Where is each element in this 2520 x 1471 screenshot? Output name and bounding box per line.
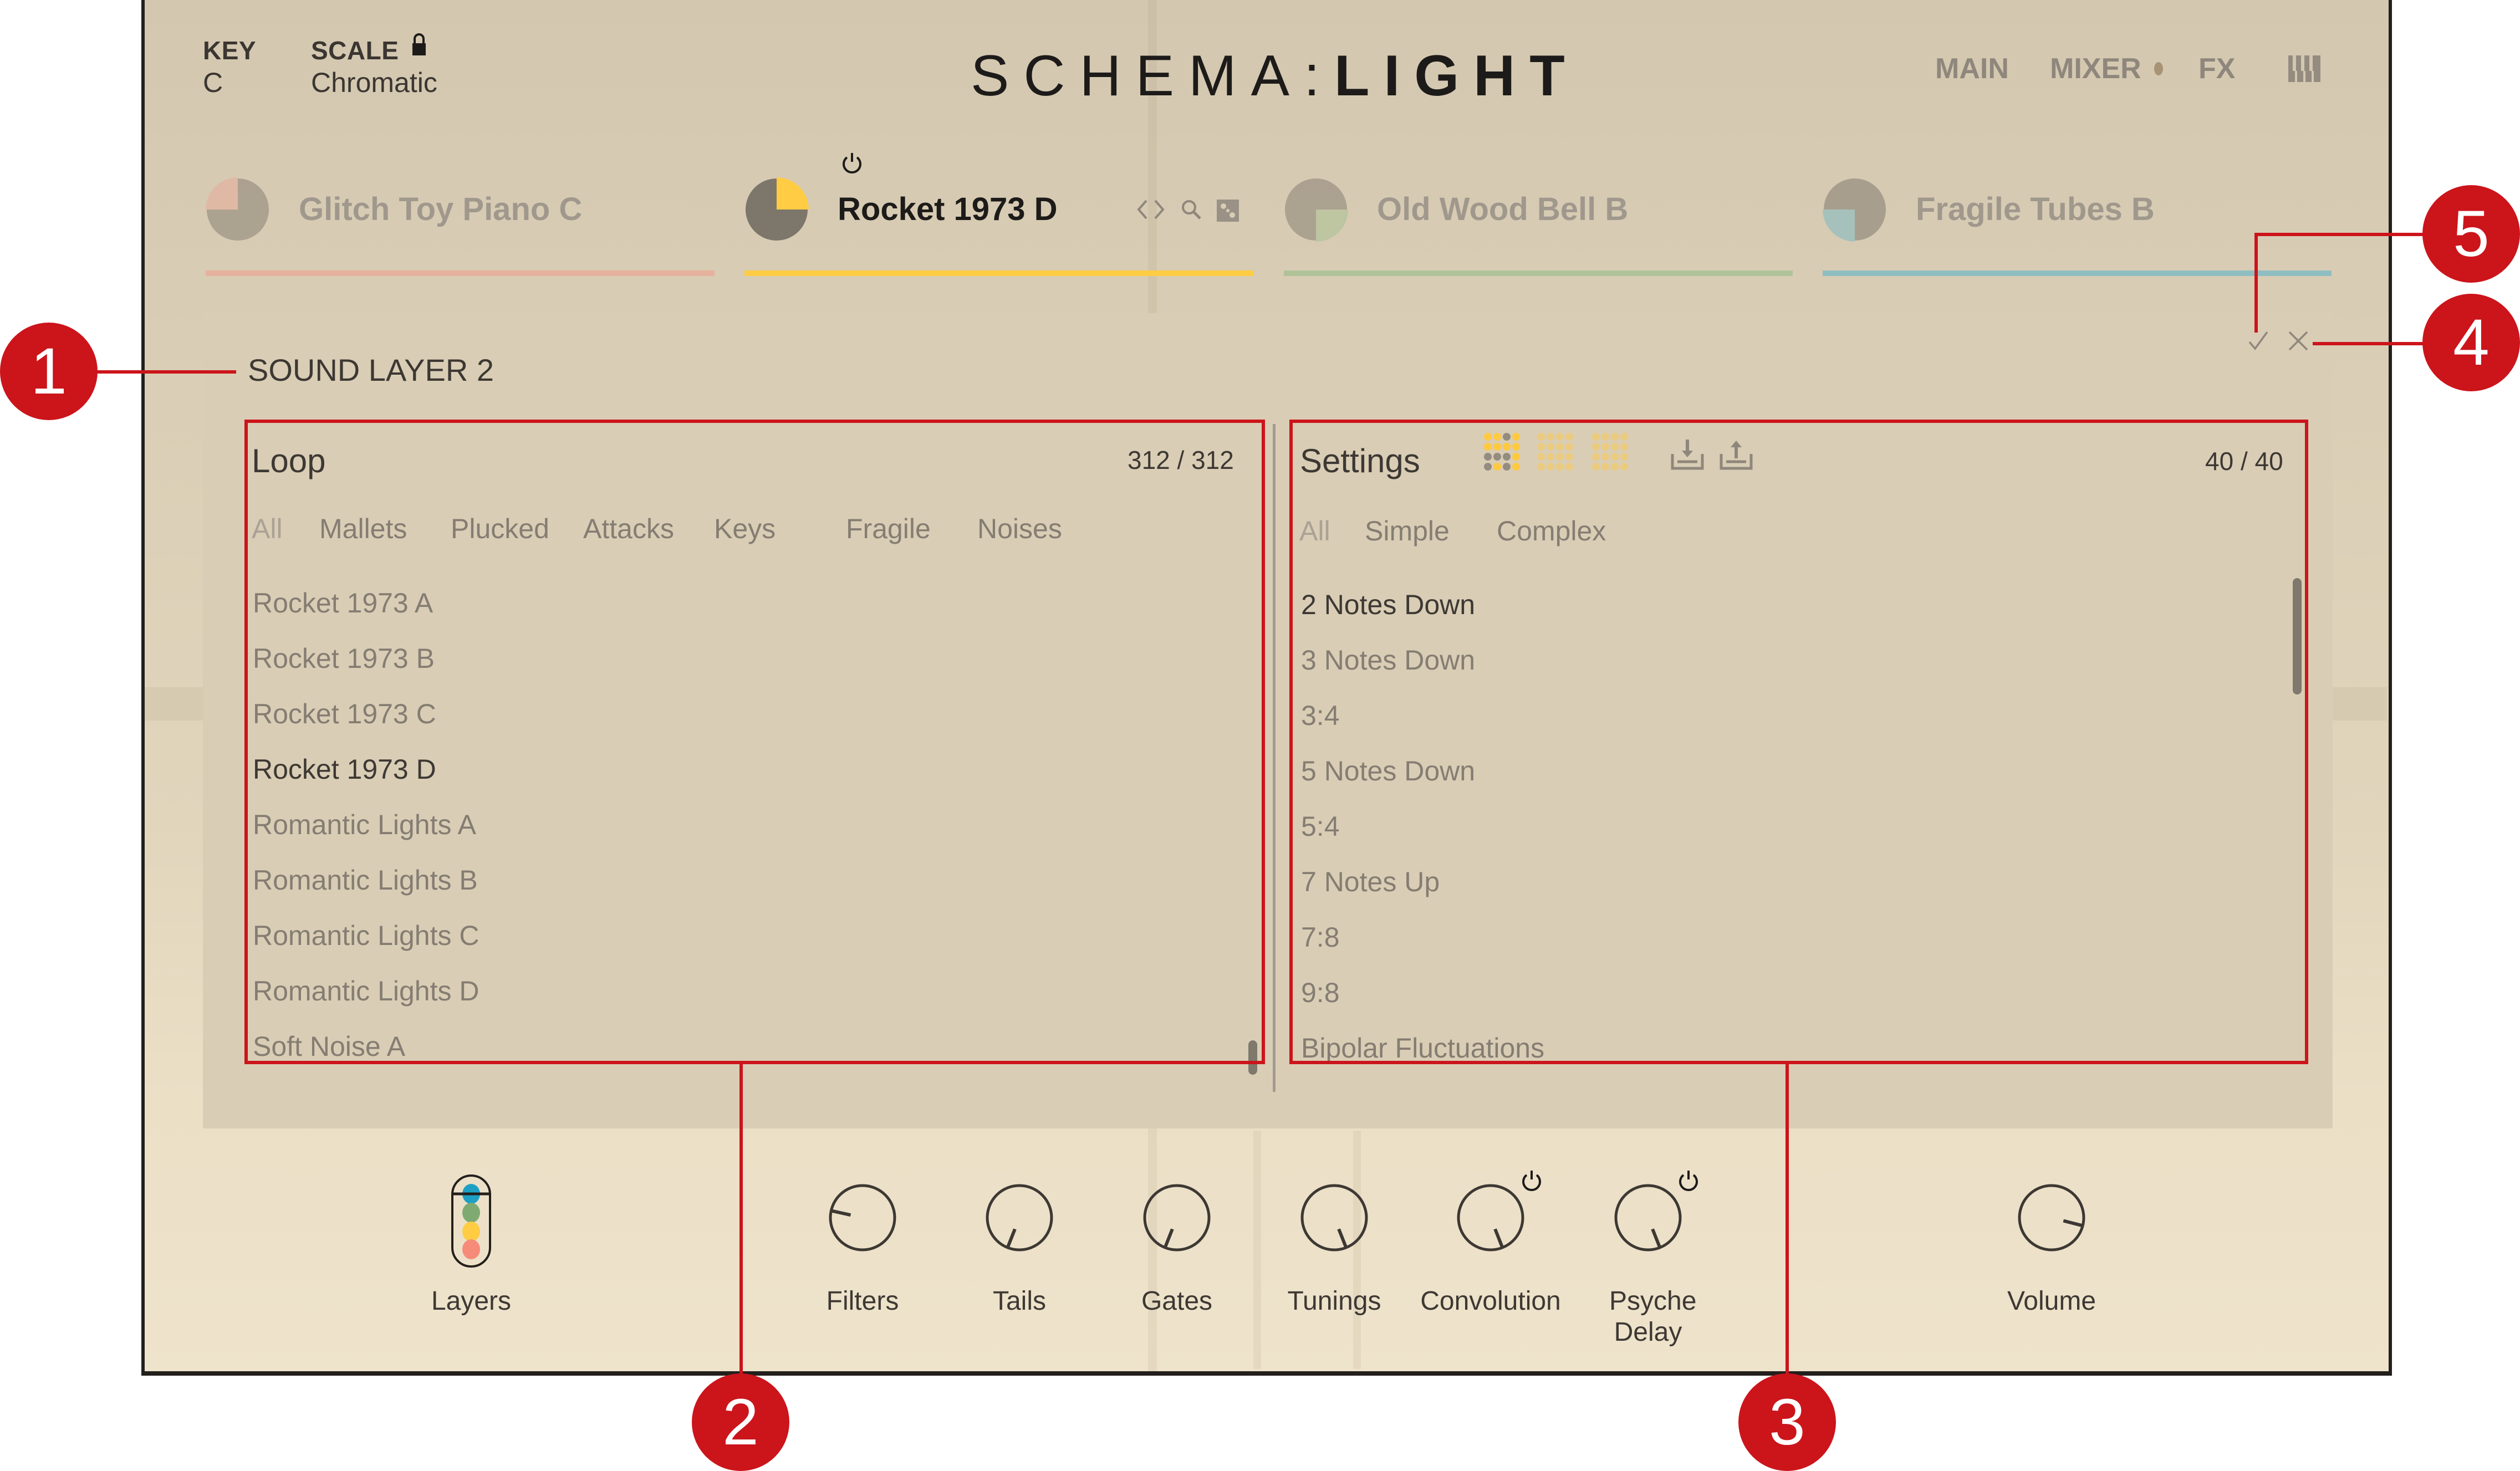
layers-icon[interactable] bbox=[451, 1174, 492, 1268]
tails-knob[interactable] bbox=[985, 1183, 1054, 1252]
knob-pointer bbox=[1006, 1228, 1017, 1248]
volume-label: Volume bbox=[2007, 1286, 2096, 1316]
psyche-delay-label: Psyche Delay bbox=[1609, 1286, 1697, 1347]
gates-knob[interactable] bbox=[1142, 1183, 1211, 1252]
convolution-knob[interactable] bbox=[1456, 1183, 1525, 1252]
callout-line-4 bbox=[2313, 342, 2424, 345]
gates-label: Gates bbox=[1141, 1286, 1213, 1316]
callout-badge-4: 4 bbox=[2422, 294, 2520, 391]
logo-light: LIGHT bbox=[1334, 44, 1579, 108]
layer-name: Fragile Tubes B bbox=[1916, 191, 2155, 227]
filters-label: Filters bbox=[826, 1286, 899, 1316]
layer-pie-icon bbox=[206, 177, 269, 241]
overlay-title: SOUND LAYER 2 bbox=[248, 353, 494, 387]
knob-pointer bbox=[1651, 1228, 1661, 1248]
filters-knob[interactable] bbox=[828, 1183, 897, 1252]
piano-keys-icon[interactable] bbox=[2288, 55, 2320, 82]
layer-underline bbox=[744, 270, 1253, 276]
key-value[interactable]: C bbox=[203, 67, 223, 99]
scale-label: SCALE bbox=[311, 36, 399, 65]
nav-mixer[interactable]: MIXER bbox=[2050, 52, 2141, 85]
background-decoration bbox=[1253, 1131, 1261, 1369]
knob-pointer bbox=[1337, 1228, 1348, 1248]
app-logo: SCHEMA:LIGHT bbox=[971, 43, 1579, 109]
psyche-delay-knob[interactable] bbox=[1614, 1183, 1682, 1252]
layers-label: Layers bbox=[431, 1286, 512, 1316]
search-icon[interactable] bbox=[1180, 198, 1202, 221]
power-icon[interactable] bbox=[840, 151, 864, 175]
tunings-label: Tunings bbox=[1287, 1286, 1381, 1316]
callout-badge-5: 5 bbox=[2422, 185, 2520, 283]
callout-line-5 bbox=[2254, 233, 2424, 236]
prev-next-icon[interactable] bbox=[1135, 198, 1166, 221]
callout-line-3 bbox=[1786, 1064, 1789, 1375]
callout-box-loop bbox=[244, 420, 1265, 1064]
layer-pie-icon bbox=[746, 177, 809, 241]
logo-schema: SCHEMA: bbox=[971, 44, 1334, 108]
background-decoration bbox=[145, 687, 206, 721]
convolution-power-icon[interactable] bbox=[1519, 1168, 1544, 1193]
psyche-delay-power-icon[interactable] bbox=[1676, 1168, 1701, 1193]
scale-value[interactable]: Chromatic bbox=[311, 67, 437, 99]
layer-pie-icon bbox=[1823, 178, 1886, 242]
background-decoration bbox=[2332, 687, 2387, 721]
callout-box-settings bbox=[1289, 420, 2308, 1064]
callout-badge-2: 2 bbox=[692, 1373, 789, 1471]
layer-name: Glitch Toy Piano C bbox=[299, 191, 583, 227]
tails-label: Tails bbox=[992, 1286, 1047, 1316]
lock-icon[interactable] bbox=[411, 33, 427, 58]
checkmark-icon[interactable] bbox=[2247, 330, 2269, 352]
callout-line-2 bbox=[739, 1064, 743, 1375]
nav-fx[interactable]: FX bbox=[2198, 52, 2235, 85]
knob-pointer bbox=[1493, 1228, 1504, 1248]
layer-pie-icon bbox=[1285, 178, 1348, 242]
callout-badge-3: 3 bbox=[1738, 1373, 1836, 1471]
nav-main[interactable]: MAIN bbox=[1935, 52, 2009, 85]
layer-name: Rocket 1973 D bbox=[838, 191, 1058, 227]
callout-line-5-vertical bbox=[2254, 233, 2258, 333]
layer-underline bbox=[1284, 270, 1793, 276]
close-icon[interactable] bbox=[2287, 330, 2309, 352]
knob-pointer bbox=[2063, 1219, 2082, 1227]
mixer-indicator-dot bbox=[2154, 62, 2163, 75]
layer-underline bbox=[206, 270, 715, 276]
callout-line-1 bbox=[94, 370, 236, 374]
tunings-knob[interactable] bbox=[1300, 1183, 1369, 1252]
layer-name: Old Wood Bell B bbox=[1377, 191, 1629, 227]
convolution-label: Convolution bbox=[1420, 1286, 1561, 1316]
dice-icon[interactable] bbox=[1217, 200, 1239, 222]
knob-pointer bbox=[1164, 1228, 1174, 1248]
key-label: KEY bbox=[203, 36, 257, 65]
callout-badge-1: 1 bbox=[0, 323, 98, 420]
panel-divider bbox=[1273, 424, 1276, 1092]
volume-knob[interactable] bbox=[2017, 1183, 2086, 1252]
knob-pointer bbox=[832, 1209, 851, 1217]
